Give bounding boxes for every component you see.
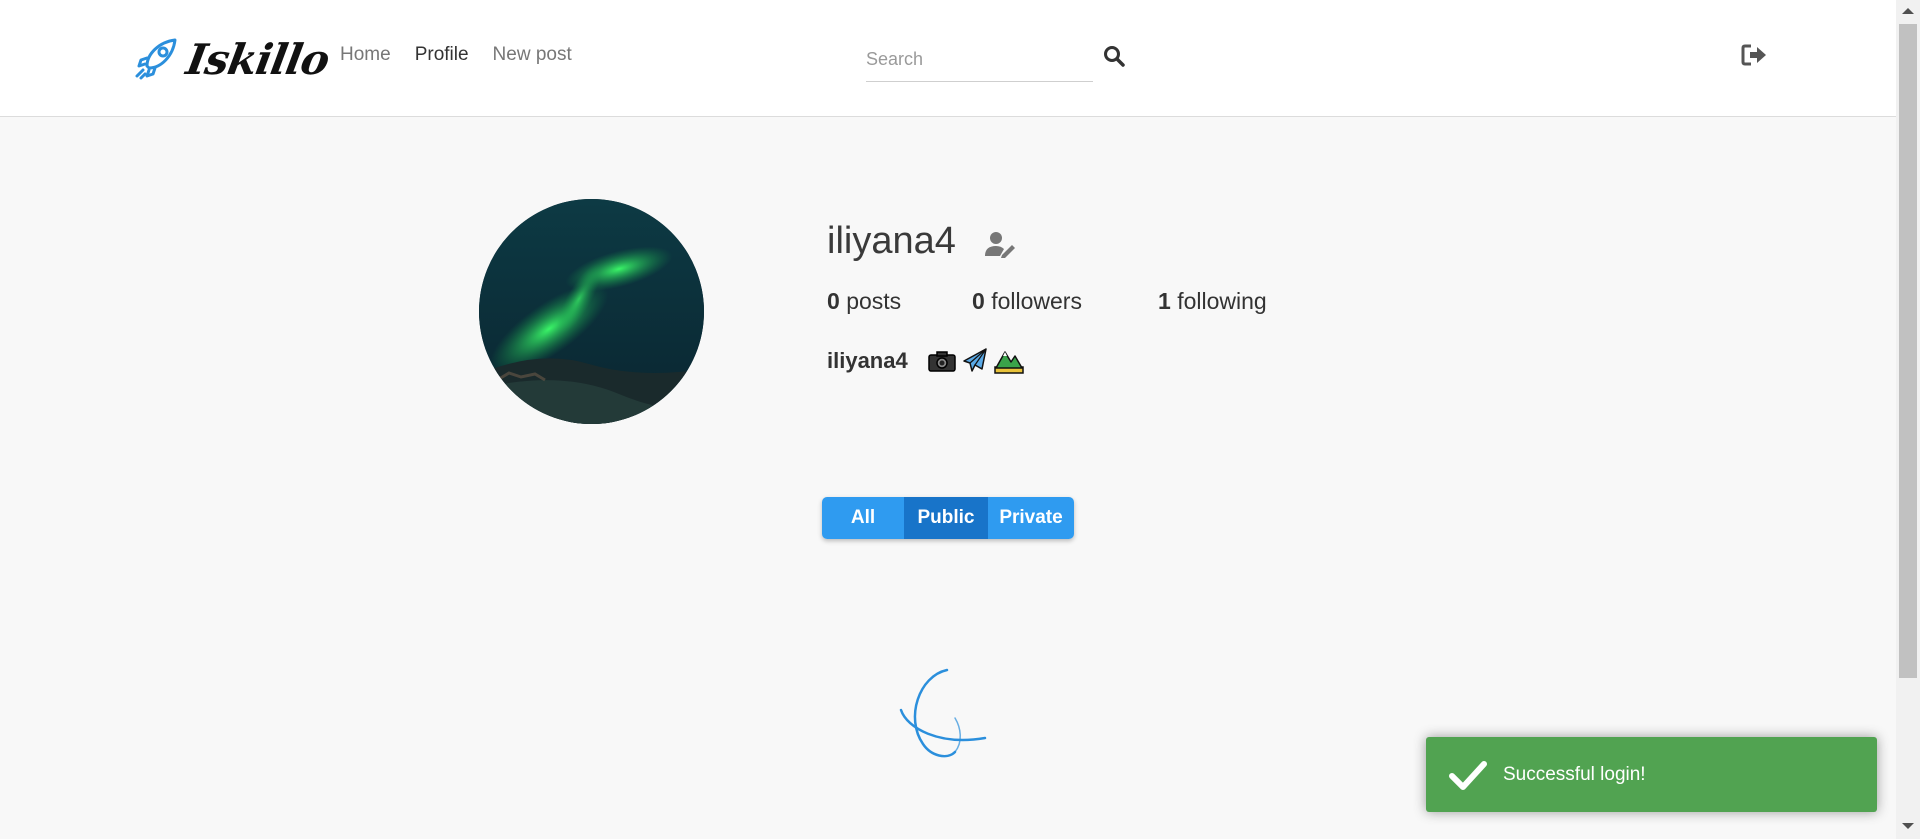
nav-profile[interactable]: Profile	[415, 44, 469, 66]
rocket-icon	[135, 38, 177, 80]
airplane-icon	[962, 348, 987, 372]
scrollbar[interactable]	[1896, 0, 1920, 839]
posts-label: posts	[846, 288, 902, 314]
edit-profile-icon[interactable]	[985, 230, 1017, 258]
profile-bio: iliyana4	[827, 347, 1024, 375]
filter-private-button[interactable]: Private	[988, 497, 1074, 539]
profile-stats: 0 posts 0 followers 1 following	[827, 288, 1267, 315]
navbar: Iskillo Home Profile New post	[0, 0, 1896, 117]
filter-public-button[interactable]: Public	[904, 497, 988, 539]
brand-name: Iskillo	[182, 34, 333, 84]
toast-message: Successful login!	[1503, 763, 1646, 785]
search-icon[interactable]	[1103, 45, 1127, 69]
bio-name: iliyana4	[827, 348, 908, 373]
posts-count: 0	[827, 288, 840, 314]
nav-new-post[interactable]: New post	[493, 44, 572, 66]
search-input[interactable]	[866, 38, 1093, 81]
scroll-down-arrow-icon[interactable]	[1902, 823, 1914, 829]
profile-username: iliyana4	[827, 220, 956, 262]
camera-icon	[927, 351, 956, 372]
nav-home[interactable]: Home	[340, 44, 391, 66]
stat-followers[interactable]: 0 followers	[972, 288, 1158, 315]
brand-logo[interactable]: Iskillo	[133, 30, 333, 88]
stat-following[interactable]: 1 following	[1158, 288, 1267, 315]
following-count: 1	[1158, 288, 1171, 314]
scroll-thumb[interactable]	[1899, 24, 1917, 678]
bio-emojis	[927, 347, 1024, 375]
followers-label: followers	[991, 288, 1082, 314]
avatar[interactable]	[479, 199, 704, 424]
main-nav: Home Profile New post	[340, 44, 572, 66]
following-label: following	[1177, 288, 1267, 314]
filter-all-button[interactable]: All	[822, 497, 904, 539]
search-box	[866, 38, 1093, 82]
stat-posts[interactable]: 0 posts	[827, 288, 972, 315]
loading-spinner-icon	[899, 668, 989, 760]
success-toast[interactable]: Successful login!	[1426, 737, 1877, 812]
logout-icon[interactable]	[1741, 43, 1769, 69]
scroll-up-arrow-icon[interactable]	[1902, 8, 1914, 14]
followers-count: 0	[972, 288, 985, 314]
mountain-icon	[993, 351, 1024, 374]
checkmark-icon	[1449, 760, 1487, 790]
post-filter-group: All Public Private	[822, 497, 1074, 539]
